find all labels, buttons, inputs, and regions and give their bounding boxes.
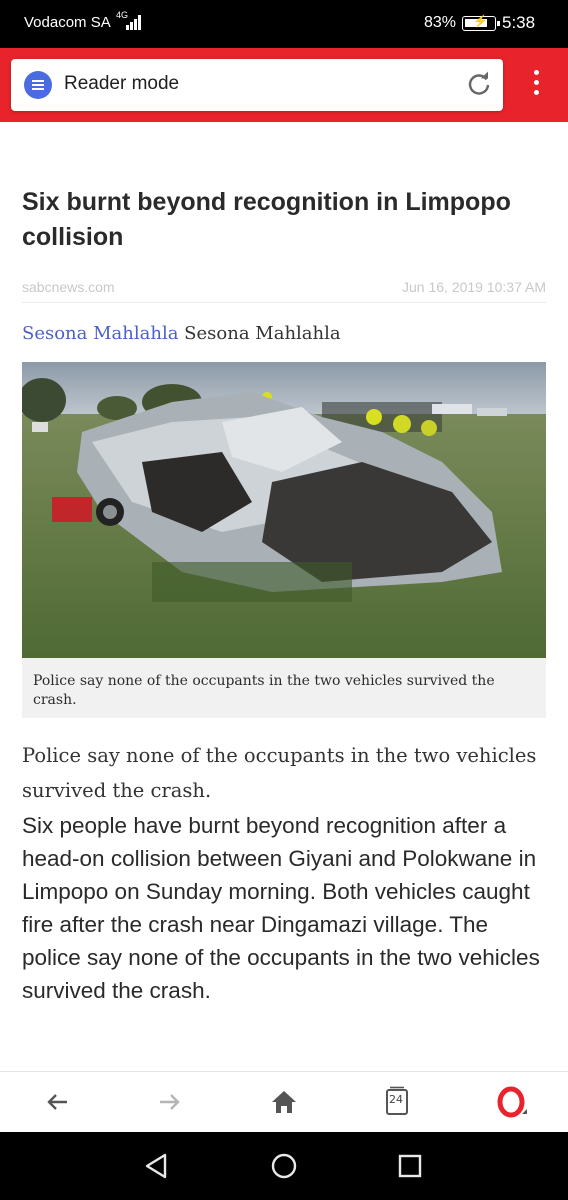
tab-count: 24 xyxy=(389,1093,403,1106)
author-link[interactable]: Sesona Mahlahla xyxy=(22,323,178,344)
meta-divider xyxy=(22,302,546,303)
image-caption-box: Police say none of the occupants in the … xyxy=(22,658,546,718)
nav-back-icon[interactable] xyxy=(143,1152,171,1180)
article-lede: Police say none of the occupants in the … xyxy=(22,744,537,802)
article-body: Six people have burnt beyond recognition… xyxy=(22,813,540,1003)
article-source: sabcnews.com xyxy=(22,279,115,295)
status-bar: Vodacom SA 4G 83% ⚡ 5:38 xyxy=(0,0,568,48)
address-bar[interactable]: Reader mode xyxy=(11,59,503,111)
back-arrow-icon[interactable] xyxy=(41,1086,73,1118)
signal-icon xyxy=(126,14,144,30)
nav-recents-icon[interactable] xyxy=(397,1153,423,1179)
byline: Sesona Mahlahla Sesona Mahlahla xyxy=(22,323,341,344)
image-caption: Police say none of the occupants in the … xyxy=(33,673,495,708)
opera-menu-icon[interactable] xyxy=(496,1086,528,1118)
battery-icon: ⚡ xyxy=(462,14,500,31)
clock: 5:38 xyxy=(502,13,536,32)
home-icon[interactable] xyxy=(268,1086,300,1118)
article-photo xyxy=(22,362,546,658)
address-bar-text[interactable]: Reader mode xyxy=(64,73,179,95)
browser-header: Reader mode xyxy=(0,48,568,122)
forward-arrow-icon[interactable] xyxy=(154,1086,186,1118)
nav-home-icon[interactable] xyxy=(270,1152,298,1180)
system-navigation-bar xyxy=(0,1132,568,1200)
reload-icon[interactable] xyxy=(466,71,492,97)
article-title: Six burnt beyond recognition in Limpopo … xyxy=(22,188,511,251)
battery-percent: 83% xyxy=(424,14,457,31)
overflow-menu-icon[interactable] xyxy=(524,70,548,100)
tabs-button[interactable]: 24 xyxy=(384,1086,416,1118)
browser-toolbar: 24 xyxy=(0,1071,568,1132)
article-date: Jun 16, 2019 10:37 AM xyxy=(402,279,546,295)
carrier-name: Vodacom SA xyxy=(24,14,111,31)
reader-mode-icon[interactable] xyxy=(24,71,52,99)
author-name: Sesona Mahlahla xyxy=(184,323,341,344)
